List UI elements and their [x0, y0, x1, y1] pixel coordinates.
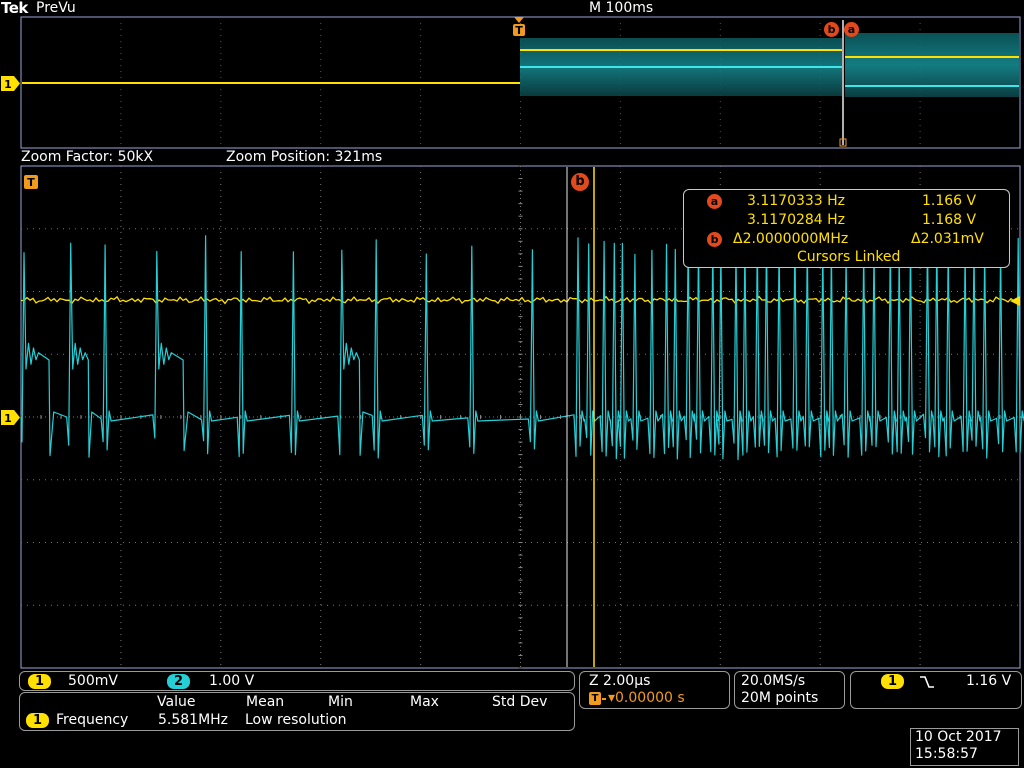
- ch2-badge[interactable]: 2: [167, 674, 191, 689]
- trigger-pos-icon: T: [589, 692, 601, 705]
- cursor-b-voltage: 1.168 V: [922, 212, 977, 228]
- meas-header-max: Max: [410, 694, 439, 710]
- cursor-a-frequency: 3.1170333 Hz: [747, 193, 846, 209]
- meas-header-value: Value: [157, 694, 196, 710]
- cursors-linked-label: Cursors Linked: [797, 249, 901, 265]
- trigger-pos-arrow-icon: [602, 698, 606, 700]
- measurements-panel[interactable]: Value Mean Min Max Std Dev 1 Frequency 5…: [19, 692, 575, 731]
- trigger-source-badge[interactable]: 1: [881, 674, 905, 689]
- ch2-scale[interactable]: 1.00 V: [209, 673, 254, 689]
- ch1-scale[interactable]: 500mV: [68, 673, 118, 689]
- main-cursor-b-marker[interactable]: b: [571, 173, 589, 191]
- meas-ch1-badge: 1: [26, 713, 50, 728]
- meas-value: 5.581MHz: [158, 712, 229, 728]
- svg-text:1: 1: [4, 412, 12, 425]
- overview-ch1-ground-marker[interactable]: 1: [1, 76, 21, 95]
- time-text: 15:58:57: [915, 746, 978, 762]
- meas-header-mean: Mean: [246, 694, 285, 710]
- sample-rate: 20.0MS/s: [741, 673, 806, 689]
- meas-header-stddev: Std Dev: [492, 694, 548, 710]
- main-ch1-ground-marker[interactable]: 1: [1, 410, 21, 429]
- readout-marker-a: a: [707, 194, 722, 209]
- zoom-scale[interactable]: Z 2.00μs: [589, 673, 650, 689]
- svg-text:1: 1: [4, 78, 12, 91]
- overview-cursor-a-marker[interactable]: a: [844, 22, 859, 37]
- date-time-display: 10 Oct 2017 15:58:57: [910, 728, 1019, 766]
- cursor-a-voltage: 1.166 V: [922, 193, 977, 209]
- acquisition-panel[interactable]: 20.0MS/s 20M points: [734, 671, 845, 709]
- horizontal-panel[interactable]: Z 2.00μs T ▾0.00000 s: [579, 671, 730, 709]
- record-length: 20M points: [741, 690, 819, 706]
- falling-edge-icon[interactable]: [919, 675, 935, 689]
- channel-scale-bar[interactable]: 1 500mV 2 1.00 V: [19, 671, 575, 691]
- trigger-letter: T: [515, 24, 523, 37]
- overview-cursor-b-marker[interactable]: b: [824, 22, 839, 37]
- trigger-level[interactable]: 1.16 V: [966, 673, 1011, 689]
- meas-note: Low resolution: [245, 712, 347, 728]
- cursor-readout-panel[interactable]: a 3.1170333 Hz 1.166 V 3.1170284 Hz 1.16…: [683, 189, 1010, 268]
- delta-voltage: Δ2.031mV: [911, 231, 984, 247]
- readout-marker-b: b: [707, 232, 722, 247]
- meas-name[interactable]: Frequency: [56, 712, 128, 728]
- delta-frequency: Δ2.0000000MHz: [733, 231, 849, 247]
- overview-ch2-envelope-right: [845, 33, 1019, 97]
- svg-text:T: T: [27, 176, 35, 189]
- meas-header-min: Min: [328, 694, 353, 710]
- trigger-position[interactable]: ▾0.00000 s: [608, 690, 685, 706]
- scope-display: [20, 16, 1024, 669]
- main-trigger-marker[interactable]: T: [24, 174, 38, 193]
- cursor-b-frequency: 3.1170284 Hz: [747, 212, 846, 228]
- overview-trigger-marker[interactable]: T: [512, 17, 526, 37]
- ch1-badge[interactable]: 1: [28, 674, 52, 689]
- trigger-panel[interactable]: 1 1.16 V: [850, 671, 1022, 709]
- date-text: 10 Oct 2017: [915, 729, 1002, 745]
